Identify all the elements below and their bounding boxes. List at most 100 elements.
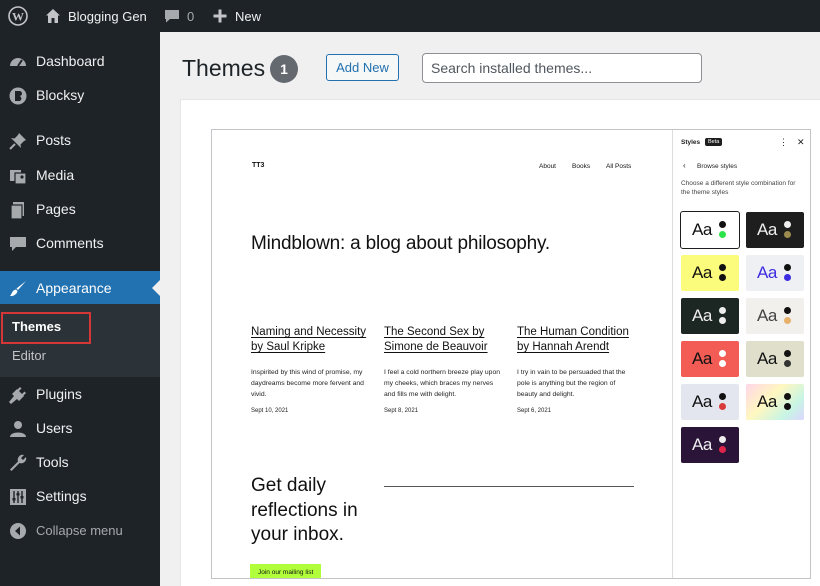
theme-screenshot[interactable]: TT3 About Books All Posts Mindblown: a b… — [211, 129, 811, 579]
pushpin-icon — [9, 133, 26, 150]
styles-description: Choose a different style combination for… — [681, 180, 796, 196]
preview-post-title: The Second Sex by Simone de Beauvoir — [384, 326, 488, 353]
sidebar-item-blocksy[interactable]: Blocksy — [0, 78, 160, 112]
sidebar-item-comments[interactable]: Comments — [0, 226, 160, 260]
preview-post-excerpt: I try in vain to be persuaded that the p… — [517, 369, 626, 398]
swatch-sample-text: Aa — [757, 392, 777, 411]
beta-badge: Beta — [705, 138, 723, 146]
sidebar-item-label: Dashboard — [36, 53, 105, 69]
add-new-theme-button[interactable]: Add New — [326, 54, 399, 81]
sidebar-item-dashboard[interactable]: Dashboard — [0, 44, 160, 78]
sidebar-item-label: Appearance — [36, 280, 112, 296]
preview-post-date: Sept 8, 2021 — [384, 408, 419, 414]
site-link[interactable]: Blogging Gen — [44, 0, 147, 32]
swatch-color-dots — [719, 350, 727, 368]
media-icon — [10, 170, 27, 185]
swatch-sample-text: Aa — [757, 349, 777, 368]
submenu-item-editor[interactable]: Editor — [12, 348, 46, 363]
sidebar-item-label: Posts — [36, 132, 72, 148]
style-swatch[interactable]: Aa — [746, 255, 804, 291]
user-icon — [10, 421, 26, 437]
paintbrush-icon — [10, 281, 26, 297]
swatch-sample-text: Aa — [757, 263, 777, 282]
swatch-color-dots — [784, 264, 792, 282]
sidebar-item-appearance[interactable]: Appearance — [0, 271, 160, 305]
sidebar-item-tools[interactable]: Tools — [0, 445, 160, 479]
admin-sidebar: Dashboard Blocksy Posts Media Pages Comm… — [0, 32, 160, 586]
style-swatch[interactable]: Aa — [746, 341, 804, 377]
style-swatch[interactable]: Aa — [746, 298, 804, 334]
preview-post-title: The Human Condition by Hannah Arendt — [517, 326, 629, 353]
comments-count: 0 — [187, 8, 195, 24]
style-swatch[interactable]: Aa — [680, 211, 740, 249]
plug-icon — [9, 387, 26, 404]
style-swatch[interactable]: Aa — [746, 212, 804, 248]
close-icon: ✕ — [797, 137, 805, 147]
preview-mailing-list-button: Join our mailing list — [250, 564, 322, 578]
admin-bar: W Blogging Gen 0 New — [0, 0, 820, 32]
sidebar-item-label: Comments — [36, 235, 104, 251]
style-swatch[interactable]: Aa — [681, 341, 739, 377]
swatch-color-dots — [719, 393, 727, 411]
preview-post-excerpt: Inspirited by this wind of promise, my d… — [251, 369, 364, 398]
preview-nav-books: Books — [572, 163, 591, 170]
preview-post-date: Sept 6, 2021 — [517, 408, 552, 414]
sidebar-item-media[interactable]: Media — [0, 158, 160, 192]
sidebar-item-settings[interactable]: Settings — [0, 479, 160, 513]
preview-divider — [384, 486, 634, 487]
new-content-link[interactable]: New — [212, 0, 261, 32]
more-options-icon: ⋮ — [779, 137, 788, 147]
blocksy-icon — [9, 87, 27, 105]
style-swatch[interactable]: Aa — [681, 427, 739, 463]
sidebar-item-posts[interactable]: Posts — [0, 123, 160, 157]
styles-panel: Styles Beta ⋮ ✕ ‹ Browse styles Choose a… — [672, 130, 810, 578]
swatch-color-dots — [784, 350, 792, 368]
swatch-color-dots — [719, 221, 727, 239]
sidebar-item-label: Tools — [36, 454, 69, 470]
home-icon — [46, 9, 60, 23]
back-chevron-icon: ‹ — [683, 161, 686, 170]
swatch-sample-text: Aa — [692, 220, 712, 239]
sidebar-item-plugins[interactable]: Plugins — [0, 377, 160, 411]
style-swatch[interactable]: Aa — [681, 255, 739, 291]
dashboard-icon — [10, 58, 26, 67]
comments-link[interactable]: 0 — [163, 0, 194, 32]
swatch-sample-text: Aa — [757, 306, 777, 325]
collapse-menu-button[interactable]: Collapse menu — [0, 513, 160, 547]
browse-styles-title: Browse styles — [697, 163, 738, 170]
themes-highlight-box — [1, 312, 91, 344]
style-swatch[interactable]: Aa — [681, 298, 739, 334]
svg-text:W: W — [12, 10, 24, 24]
styles-panel-title: Styles — [681, 139, 701, 146]
preview-nav-about: About — [539, 163, 556, 170]
wordpress-logo-icon[interactable]: W — [8, 0, 28, 32]
new-label: New — [235, 8, 262, 24]
swatch-color-dots — [719, 436, 727, 454]
site-name: Blogging Gen — [68, 8, 147, 24]
preview-post-title: Naming and Necessity by Saul Kripke — [251, 326, 367, 353]
swatch-sample-text: Aa — [692, 349, 712, 368]
wrench-icon — [10, 454, 27, 471]
swatch-color-dots — [784, 393, 792, 411]
sidebar-item-label: Settings — [36, 488, 87, 504]
swatch-sample-text: Aa — [757, 220, 777, 239]
swatch-color-dots — [784, 221, 792, 239]
collapse-menu-label: Collapse menu — [36, 522, 123, 538]
swatch-color-dots — [719, 307, 727, 325]
style-swatch[interactable]: Aa — [681, 384, 739, 420]
sidebar-item-pages[interactable]: Pages — [0, 192, 160, 226]
pages-icon — [10, 202, 24, 220]
settings-sliders-icon — [10, 489, 26, 505]
sidebar-item-users[interactable]: Users — [0, 411, 160, 445]
sidebar-item-label: Pages — [36, 201, 76, 217]
theme-count-badge: 1 — [270, 55, 298, 83]
preview-post-date: Sept 10, 2021 — [251, 408, 289, 414]
sidebar-item-label: Plugins — [36, 386, 82, 402]
sidebar-item-label: Media — [36, 167, 75, 183]
plus-icon — [213, 9, 227, 23]
sidebar-item-label: Blocksy — [36, 87, 85, 103]
search-installed-themes-input[interactable] — [422, 53, 702, 83]
style-swatch[interactable]: Aa — [746, 384, 804, 420]
swatch-color-dots — [784, 307, 792, 325]
swatch-sample-text: Aa — [692, 306, 712, 325]
